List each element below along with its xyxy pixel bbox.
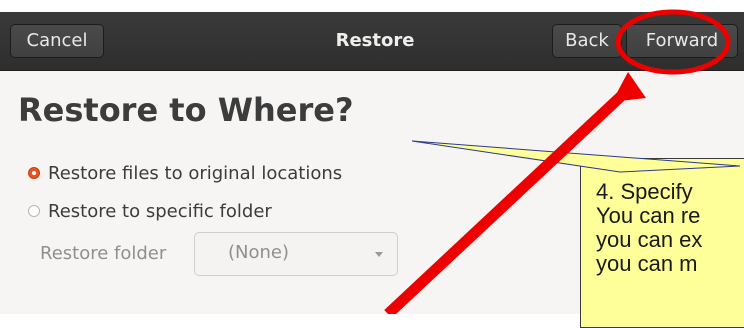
restore-folder-value: (None) <box>228 242 290 263</box>
callout-line: You can re <box>596 203 701 228</box>
cancel-button[interactable]: Cancel <box>10 24 104 58</box>
restore-folder-label: Restore folder <box>40 243 167 264</box>
restore-original-option[interactable]: Restore files to original locations <box>28 160 342 186</box>
back-button[interactable]: Back <box>552 24 622 58</box>
forward-button[interactable]: Forward <box>626 24 738 58</box>
header-bar: Cancel Restore Back Forward <box>0 12 744 71</box>
restore-specific-label[interactable]: Restore to specific folder <box>48 201 272 222</box>
restore-folder-combo[interactable]: (None) <box>194 232 398 276</box>
callout-line: 4. Specify <box>596 179 693 204</box>
dropdown-arrow-icon <box>375 252 383 257</box>
restore-specific-option[interactable]: Restore to specific folder <box>28 198 272 224</box>
page-title: Restore to Where? <box>18 91 354 129</box>
annotation-callout: 4. Specify You can re you can ex you can… <box>580 158 744 328</box>
callout-line: you can ex <box>596 227 703 252</box>
radio-unselected-icon[interactable] <box>28 205 40 217</box>
callout-line: you can m <box>596 251 698 276</box>
dialog-title: Restore <box>335 30 415 51</box>
restore-original-label[interactable]: Restore files to original locations <box>48 163 342 184</box>
radio-selected-icon[interactable] <box>28 167 40 179</box>
